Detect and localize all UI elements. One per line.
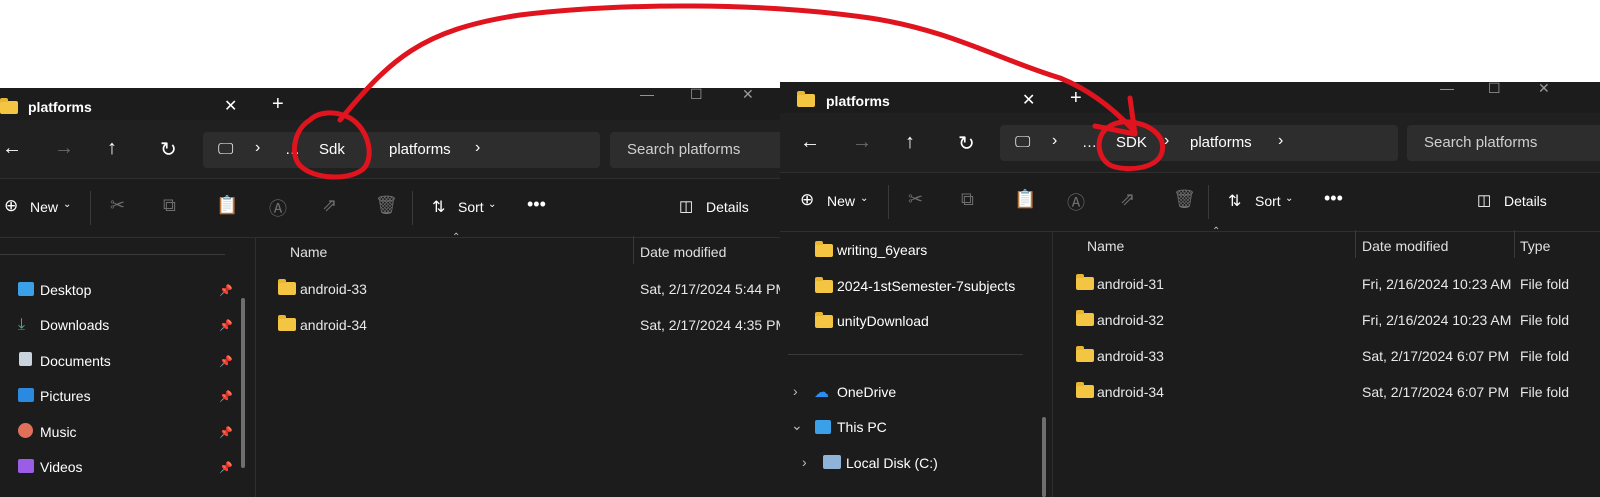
annotation-overlay xyxy=(292,3,1166,180)
arrow-curve xyxy=(337,3,1138,135)
circle-sdk-left xyxy=(292,110,372,180)
annotation-strokes xyxy=(292,3,1166,180)
